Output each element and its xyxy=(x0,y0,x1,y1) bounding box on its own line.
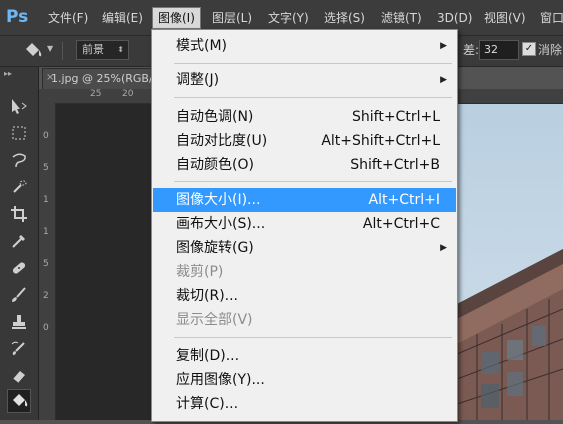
menu-item-label: 裁切(R)... xyxy=(176,288,239,304)
move-tool-icon[interactable] xyxy=(8,95,30,117)
lasso-tool-icon[interactable] xyxy=(8,149,30,171)
menu-separator xyxy=(174,181,452,182)
menu-item-shortcut: Alt+Ctrl+I xyxy=(368,192,440,208)
menu-item-shortcut: Alt+Ctrl+C xyxy=(362,216,440,232)
marquee-tool-icon[interactable] xyxy=(8,122,30,144)
vertical-ruler: 0 5 1 1 5 2 0 xyxy=(39,103,56,420)
healing-brush-tool-icon[interactable] xyxy=(8,257,30,279)
menu-item-image-size[interactable]: 图像大小(I)... Alt+Ctrl+I xyxy=(153,188,456,212)
ruler-tick-label: 20 xyxy=(122,89,134,99)
menu-item-label: 图像旋转(G) xyxy=(176,240,254,256)
menu-file[interactable]: 文件(F) xyxy=(44,8,92,28)
ruler-tick-label: 5 xyxy=(43,259,49,269)
menu-edit[interactable]: 编辑(E) xyxy=(98,8,147,28)
image-menu-dropdown: 模式(M) ▶ 调整(J) ▶ 自动色调(N) Shift+Ctrl+L 自动对… xyxy=(151,29,458,422)
eyedropper-tool-icon[interactable] xyxy=(8,230,30,252)
menu-item-label: 自动对比度(U) xyxy=(176,133,268,149)
submenu-arrow-icon: ▶ xyxy=(440,243,447,253)
brush-tool-icon[interactable] xyxy=(8,284,30,306)
ruler-tick-label: 1 xyxy=(43,227,49,237)
antialias-label: 消除 xyxy=(538,43,563,57)
menu-item-label: 裁剪(P) xyxy=(176,264,224,280)
eraser-tool-icon[interactable] xyxy=(8,365,30,387)
ruler-tick-label: 1 xyxy=(43,195,49,205)
menu-item-calculations[interactable]: 计算(C)... xyxy=(153,392,456,416)
ruler-tick-label: 0 xyxy=(43,323,49,333)
menu-window[interactable]: 窗口 xyxy=(536,8,563,28)
menu-view[interactable]: 视图(V) xyxy=(480,8,530,28)
menu-item-image-rotation[interactable]: 图像旋转(G) ▶ xyxy=(153,236,456,260)
menu-item-shortcut: Alt+Shift+Ctrl+L xyxy=(321,133,440,149)
tools-panel: ▸▸ xyxy=(0,67,39,420)
menu-item-duplicate[interactable]: 复制(D)... xyxy=(153,344,456,368)
menu-separator xyxy=(174,63,452,64)
submenu-arrow-icon: ▶ xyxy=(440,75,447,85)
menu-item-label: 调整(J) xyxy=(176,72,220,88)
building-photo xyxy=(456,249,563,420)
ruler-tick-label: 0 xyxy=(43,131,49,141)
options-divider xyxy=(62,42,63,60)
photoshop-logo: Ps xyxy=(6,7,29,27)
ruler-tick-label: 2 xyxy=(43,291,49,301)
fill-source-value: 前景 xyxy=(82,43,104,56)
panel-collapse-icon[interactable]: ▸▸ xyxy=(4,69,12,78)
close-tab-icon[interactable]: × xyxy=(46,72,54,83)
menu-select[interactable]: 选择(S) xyxy=(320,8,369,28)
tool-preset-chevron-icon[interactable]: ▼ xyxy=(47,44,53,53)
history-brush-tool-icon[interactable] xyxy=(8,338,30,360)
submenu-arrow-icon: ▶ xyxy=(440,41,447,51)
menu-separator xyxy=(174,337,452,338)
menu-item-label: 复制(D)... xyxy=(176,348,240,364)
tolerance-label: 差: xyxy=(463,43,480,57)
menu-separator xyxy=(174,97,452,98)
document-tab-title: 1.jpg @ 25%(RGB/ xyxy=(51,72,153,85)
fill-source-select[interactable]: 前景 ⬍ xyxy=(76,40,129,60)
tolerance-input[interactable]: 32 xyxy=(479,40,519,60)
document-image[interactable] xyxy=(456,104,563,420)
menu-item-apply-image[interactable]: 应用图像(Y)... xyxy=(153,368,456,392)
clone-stamp-tool-icon[interactable] xyxy=(8,311,30,333)
menu-filter[interactable]: 滤镜(T) xyxy=(377,8,426,28)
menu-item-reveal-all: 显示全部(V) xyxy=(153,308,456,332)
menu-item-auto-tone[interactable]: 自动色调(N) Shift+Ctrl+L xyxy=(153,105,456,129)
menu-layer[interactable]: 图层(L) xyxy=(208,8,256,28)
paint-bucket-tool-preset-icon[interactable] xyxy=(22,41,44,65)
document-tab[interactable]: 1.jpg @ 25%(RGB/ xyxy=(42,68,168,89)
menu-item-label: 计算(C)... xyxy=(176,396,239,412)
menu-item-crop: 裁剪(P) xyxy=(153,260,456,284)
quick-selection-tool-icon[interactable] xyxy=(8,176,30,198)
menu-item-mode[interactable]: 模式(M) ▶ xyxy=(153,34,456,58)
menu-image[interactable]: 图像(I) xyxy=(152,7,201,29)
menu-type[interactable]: 文字(Y) xyxy=(264,8,313,28)
menu-item-label: 自动色调(N) xyxy=(176,109,254,125)
menu-item-trim[interactable]: 裁切(R)... xyxy=(153,284,456,308)
select-arrows-icon: ⬍ xyxy=(117,45,124,54)
menu-item-label: 模式(M) xyxy=(176,38,228,54)
ruler-tick-label: 25 xyxy=(90,89,102,99)
menu-item-label: 应用图像(Y)... xyxy=(176,372,265,388)
menu-item-canvas-size[interactable]: 画布大小(S)... Alt+Ctrl+C xyxy=(153,212,456,236)
menu-item-adjustments[interactable]: 调整(J) ▶ xyxy=(153,68,456,92)
menu-3d[interactable]: 3D(D) xyxy=(433,8,476,28)
menu-item-auto-color[interactable]: 自动颜色(O) Shift+Ctrl+B xyxy=(153,153,456,177)
ruler-tick-label: 5 xyxy=(43,163,49,173)
paint-bucket-tool-icon[interactable] xyxy=(7,389,31,413)
menu-item-shortcut: Shift+Ctrl+L xyxy=(352,109,440,125)
crop-tool-icon[interactable] xyxy=(8,203,30,225)
menu-item-auto-contrast[interactable]: 自动对比度(U) Alt+Shift+Ctrl+L xyxy=(153,129,456,153)
antialias-checkbox[interactable]: ✓ xyxy=(522,42,536,56)
menu-item-label: 画布大小(S)... xyxy=(176,216,266,232)
menu-item-label: 自动颜色(O) xyxy=(176,157,254,173)
menu-item-shortcut: Shift+Ctrl+B xyxy=(350,157,440,173)
menu-item-label: 图像大小(I)... xyxy=(176,192,261,208)
menu-item-label: 显示全部(V) xyxy=(176,312,253,328)
